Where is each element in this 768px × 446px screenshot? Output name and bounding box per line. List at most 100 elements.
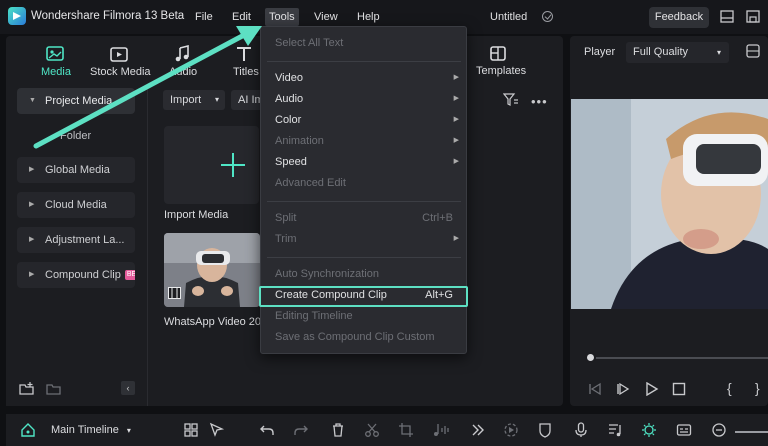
- sidebar-item-label: Global Media: [45, 164, 110, 176]
- sidebar-item-label: Project Media: [45, 95, 113, 107]
- app-title: Wondershare Filmora 13 Beta: [31, 10, 185, 22]
- menu-item-select-all-text[interactable]: Select All Text: [275, 34, 455, 52]
- folder-label[interactable]: Folder: [60, 130, 91, 142]
- caret-down-icon: ▼: [29, 97, 36, 104]
- tab-stock-media[interactable]: Stock Media: [90, 66, 151, 78]
- saved-check-icon: [542, 11, 553, 22]
- menu-item-editing-timeline[interactable]: Editing Timeline: [275, 307, 455, 325]
- more-tools-chevron-icon[interactable]: [470, 422, 486, 438]
- quality-select[interactable]: Full Quality ▾: [626, 42, 729, 63]
- menu-item-label: Video: [275, 72, 303, 84]
- music-note-icon: [172, 44, 192, 63]
- filter-icon[interactable]: [502, 93, 519, 110]
- menu-item-auto-synchronization[interactable]: Auto Synchronization: [275, 265, 455, 283]
- submenu-arrow-icon: ▶: [453, 137, 459, 144]
- menu-item-speed[interactable]: Speed ▶: [275, 153, 459, 171]
- tab-media[interactable]: Media: [41, 66, 71, 78]
- new-folder-icon[interactable]: [19, 382, 35, 399]
- more-options-icon[interactable]: •••: [531, 94, 548, 109]
- sidebar-item-label: Cloud Media: [45, 199, 107, 211]
- menu-item-label: Audio: [275, 93, 304, 105]
- menu-item-label: Animation: [275, 135, 324, 147]
- mark-in-icon[interactable]: {: [727, 380, 732, 396]
- chevron-down-icon: ▾: [126, 426, 131, 435]
- menu-item-video[interactable]: Video ▶: [275, 69, 459, 87]
- ai-sparkle-icon[interactable]: [641, 422, 657, 438]
- import-dropdown[interactable]: Import ▾: [163, 90, 225, 110]
- import-media-label: Import Media: [164, 209, 229, 221]
- titles-t-icon: [234, 45, 254, 63]
- menu-item-label: Color: [275, 114, 302, 126]
- menu-separator: [267, 201, 461, 202]
- scissors-icon[interactable]: [364, 422, 380, 438]
- menu-item-trim[interactable]: Trim ▶: [275, 230, 459, 248]
- menu-item-save-as-compound-clip-custom[interactable]: Save as Compound Clip Custom: [275, 328, 455, 346]
- tab-templates[interactable]: Templates: [476, 65, 526, 77]
- submenu-arrow-icon: ▶: [453, 116, 459, 123]
- quality-value: Full Quality: [633, 46, 689, 58]
- tab-audio[interactable]: Audio: [169, 66, 197, 78]
- menu-edit[interactable]: Edit: [228, 8, 255, 26]
- snapshot-icon[interactable]: [746, 44, 760, 61]
- playback-scrubber[interactable]: [590, 357, 768, 359]
- layout-icon[interactable]: [720, 10, 734, 23]
- caret-right-icon: ▶: [29, 236, 35, 243]
- submenu-arrow-icon: ▶: [453, 74, 459, 81]
- menu-item-audio[interactable]: Audio ▶: [275, 90, 459, 108]
- plus-icon: [220, 152, 246, 181]
- sidebar-item-project-media[interactable]: ▼ Project Media: [17, 88, 135, 114]
- beta-badge: BE: [124, 270, 135, 281]
- microphone-icon[interactable]: [573, 422, 589, 438]
- sidebar-item-global-media[interactable]: ▶ Global Media: [17, 157, 135, 183]
- previous-frame-icon[interactable]: [588, 382, 602, 399]
- select-cursor-icon[interactable]: [209, 422, 225, 438]
- tab-titles[interactable]: Titles: [233, 66, 259, 78]
- menu-tools[interactable]: Tools: [265, 8, 299, 26]
- highlight-box: [259, 286, 468, 307]
- sidebar-item-label: Adjustment La...: [45, 234, 125, 246]
- layout-grid-icon[interactable]: [183, 422, 199, 438]
- chevron-down-icon: ▾: [214, 95, 219, 104]
- menu-item-shortcut: Ctrl+B: [422, 212, 453, 224]
- main-timeline-dropdown[interactable]: Main Timeline ▾: [51, 424, 131, 436]
- menu-file[interactable]: File: [191, 8, 217, 26]
- menu-help[interactable]: Help: [353, 8, 384, 26]
- menu-item-animation[interactable]: Animation ▶: [275, 132, 459, 150]
- sidebar-item-label: Compound Clip: [45, 269, 121, 281]
- collapse-panel-icon[interactable]: ‹: [121, 381, 135, 395]
- zoom-slider[interactable]: [735, 431, 768, 433]
- feedback-button[interactable]: Feedback: [649, 7, 709, 28]
- stop-icon[interactable]: [672, 382, 686, 399]
- speed-icon[interactable]: [503, 422, 519, 438]
- filmora-logo-icon: [8, 7, 26, 25]
- video-preview[interactable]: [571, 99, 768, 309]
- menu-item-split[interactable]: Split Ctrl+B: [275, 209, 455, 227]
- zoom-out-icon[interactable]: [711, 422, 727, 438]
- crop-icon[interactable]: [398, 422, 414, 438]
- video-thumbnail[interactable]: [164, 233, 260, 307]
- music-list-icon[interactable]: [607, 422, 623, 438]
- home-icon[interactable]: [20, 422, 36, 438]
- play-icon[interactable]: [645, 381, 659, 399]
- delete-icon[interactable]: [330, 422, 346, 438]
- menu-item-color[interactable]: Color ▶: [275, 111, 459, 129]
- document-title: Untitled: [490, 11, 528, 23]
- menu-view[interactable]: View: [310, 8, 342, 26]
- audio-edit-icon[interactable]: [432, 422, 449, 438]
- scrubber-handle[interactable]: [585, 352, 596, 363]
- sidebar-item-adjustment-layer[interactable]: ▶ Adjustment La...: [17, 227, 135, 253]
- subtitle-icon[interactable]: [676, 422, 692, 438]
- mark-out-icon[interactable]: }: [755, 380, 760, 396]
- next-frame-icon[interactable]: [616, 382, 630, 399]
- undo-icon[interactable]: [259, 422, 275, 438]
- menu-item-advanced-edit[interactable]: Advanced Edit: [275, 174, 455, 192]
- caret-right-icon: ▶: [29, 271, 35, 278]
- redo-icon[interactable]: [293, 422, 309, 438]
- shield-icon[interactable]: [537, 422, 553, 438]
- sidebar-item-compound-clip[interactable]: ▶ Compound Clip BE: [17, 262, 135, 288]
- save-icon[interactable]: [746, 10, 760, 23]
- caret-right-icon: ▶: [29, 201, 35, 208]
- player-label: Player: [584, 46, 616, 58]
- sidebar-item-cloud-media[interactable]: ▶ Cloud Media: [17, 192, 135, 218]
- folder-icon[interactable]: [46, 382, 62, 399]
